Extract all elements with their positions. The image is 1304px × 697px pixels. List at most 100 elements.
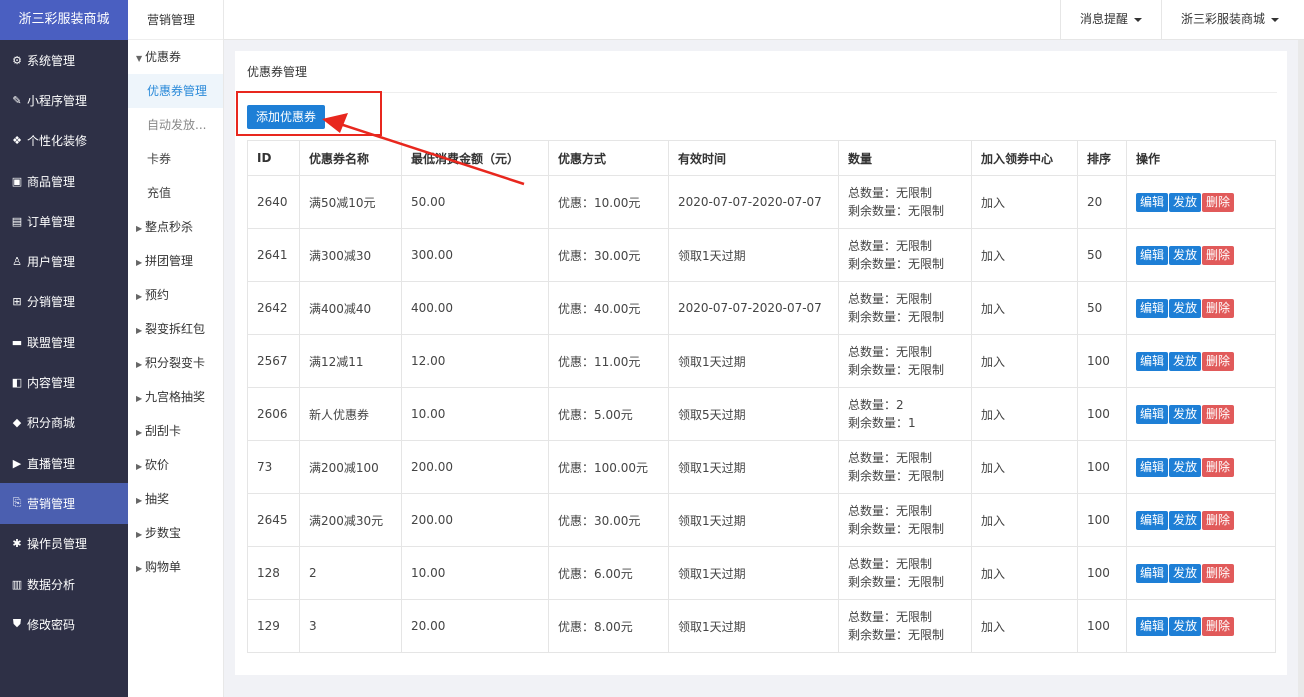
subnav-item-8[interactable]: ▶ 裂变拆红包 bbox=[128, 312, 223, 346]
delete-button[interactable]: 删除 bbox=[1202, 510, 1235, 530]
subnav-item-6[interactable]: ▶ 拼团管理 bbox=[128, 244, 223, 278]
sidebar-item-12[interactable]: ✱ 操作员管理 bbox=[0, 524, 128, 564]
table-row: 128 2 10.00 优惠：6.00元 领取1天过期 总数量：无限制 剩余数量：无限制 加入… bbox=[247, 546, 1276, 600]
cell-name: 满300减30 bbox=[299, 228, 402, 282]
edit-button[interactable]: 编辑 bbox=[1136, 192, 1169, 212]
delete-button[interactable]: 删除 bbox=[1202, 351, 1235, 371]
cell-id: 2567 bbox=[247, 334, 300, 388]
delete-button[interactable]: 删除 bbox=[1202, 616, 1235, 636]
issue-button[interactable]: 发放 bbox=[1169, 404, 1202, 424]
subnav-item-3[interactable]: 卡券 bbox=[128, 142, 223, 176]
remaining-quantity: 剩余数量：无限制 bbox=[848, 257, 945, 271]
subnav-item-label: 九宫格抽奖 bbox=[145, 390, 206, 404]
issue-button[interactable]: 发放 bbox=[1169, 192, 1202, 212]
subnav-item-label: 优惠券 bbox=[145, 50, 182, 64]
subnav-item-label: 抽奖 bbox=[145, 492, 170, 506]
subnav-item-label: 整点秒杀 bbox=[145, 220, 194, 234]
sidebar-item-10[interactable]: ▶ 直播管理 bbox=[0, 443, 128, 483]
subnav-item-0[interactable]: ▼ 优惠券 bbox=[128, 40, 223, 74]
sidebar-item-9[interactable]: ◆ 积分商城 bbox=[0, 403, 128, 443]
cell-actions: 编辑 发放 删除 bbox=[1126, 334, 1276, 388]
sidebar-item-11[interactable]: ⎘ 营销管理 bbox=[0, 483, 128, 524]
issue-button[interactable]: 发放 bbox=[1169, 510, 1202, 530]
subnav-item-10[interactable]: ▶ 九宫格抽奖 bbox=[128, 380, 223, 414]
edit-button[interactable]: 编辑 bbox=[1136, 298, 1169, 318]
sidebar-item-7[interactable]: ▬ 联盟管理 bbox=[0, 322, 128, 362]
subnav-item-9[interactable]: ▶ 积分裂变卡 bbox=[128, 346, 223, 380]
subnav-item-label: 步数宝 bbox=[145, 526, 182, 540]
edit-button[interactable]: 编辑 bbox=[1136, 510, 1169, 530]
edit-button[interactable]: 编辑 bbox=[1136, 404, 1169, 424]
cell-center: 加入 bbox=[971, 599, 1078, 653]
issue-button[interactable]: 发放 bbox=[1169, 245, 1202, 265]
store-dropdown[interactable]: 浙三彩服装商城 bbox=[1161, 0, 1298, 40]
sidebar-item-4[interactable]: ▤ 订单管理 bbox=[0, 201, 128, 241]
cog-icon: ✱ bbox=[12, 537, 22, 551]
sidebar-item-2[interactable]: ❖ 个性化装修 bbox=[0, 121, 128, 161]
delete-button[interactable]: 删除 bbox=[1202, 192, 1235, 212]
subnav-item-12[interactable]: ▶ 砍价 bbox=[128, 448, 223, 482]
issue-button[interactable]: 发放 bbox=[1169, 616, 1202, 636]
cell-name: 满400减40 bbox=[299, 281, 402, 335]
cell-discount: 优惠：5.00元 bbox=[548, 387, 669, 441]
coupon-table: ID 优惠券名称 最低消费金额（元） 优惠方式 有效时间 数量 加入领券中心 排序 操作 264… bbox=[247, 140, 1276, 653]
caret-right-icon: ▶ bbox=[136, 326, 143, 335]
notifications-dropdown[interactable]: 消息提醒 bbox=[1060, 0, 1161, 40]
caret-right-icon: ▶ bbox=[136, 428, 143, 437]
subnav-item-2[interactable]: 自动发放... bbox=[128, 108, 223, 142]
delete-button[interactable]: 删除 bbox=[1202, 245, 1235, 265]
delete-button[interactable]: 删除 bbox=[1202, 457, 1235, 477]
table-row: 129 3 20.00 优惠：8.00元 领取1天过期 总数量：无限制 剩余数量：无限制 加入… bbox=[247, 599, 1276, 653]
cell-center: 加入 bbox=[971, 228, 1078, 282]
delete-button[interactable]: 删除 bbox=[1202, 298, 1235, 318]
cell-name: 3 bbox=[299, 599, 402, 653]
sidebar-item-label: 联盟管理 bbox=[27, 335, 76, 350]
cell-valid: 领取5天过期 bbox=[668, 387, 839, 441]
sidebar-item-1[interactable]: ✎ 小程序管理 bbox=[0, 80, 128, 120]
sidebar-item-8[interactable]: ◧ 内容管理 bbox=[0, 362, 128, 402]
edit-button[interactable]: 编辑 bbox=[1136, 245, 1169, 265]
sidebar-item-13[interactable]: ▥ 数据分析 bbox=[0, 564, 128, 604]
subnav-item-1[interactable]: 优惠券管理 bbox=[128, 74, 223, 108]
cell-discount: 优惠：8.00元 bbox=[548, 599, 669, 653]
subnav-item-14[interactable]: ▶ 步数宝 bbox=[128, 516, 223, 550]
subnav-item-15[interactable]: ▶ 购物单 bbox=[128, 550, 223, 584]
cell-quantity: 总数量：2 剩余数量：1 bbox=[838, 387, 972, 441]
table-row: 73 满200减100 200.00 优惠：100.00元 领取1天过期 总数量：无限制剩… bbox=[247, 440, 1276, 494]
subnav-item-5[interactable]: ▶ 整点秒杀 bbox=[128, 210, 223, 244]
subnav-item-11[interactable]: ▶ 刮刮卡 bbox=[128, 414, 223, 448]
sidebar-item-6[interactable]: ⊞ 分销管理 bbox=[0, 282, 128, 322]
edit-button[interactable]: 编辑 bbox=[1136, 351, 1169, 371]
caret-right-icon: ▶ bbox=[136, 360, 143, 369]
sidebar-item-3[interactable]: ▣ 商品管理 bbox=[0, 161, 128, 201]
issue-button[interactable]: 发放 bbox=[1169, 457, 1202, 477]
sidebar-item-14[interactable]: ⛊ 修改密码 bbox=[0, 604, 128, 644]
cell-name: 2 bbox=[299, 546, 402, 600]
cell-min: 200.00 bbox=[401, 493, 549, 547]
subnav-item-13[interactable]: ▶ 抽奖 bbox=[128, 482, 223, 516]
issue-button[interactable]: 发放 bbox=[1169, 563, 1202, 583]
cell-min: 300.00 bbox=[401, 228, 549, 282]
brand-title[interactable]: 浙三彩服装商城 bbox=[0, 0, 128, 40]
table-row: 2606 新人优惠券 10.00 优惠：5.00元 领取5天过期 总数量：2 剩余数量：1 加… bbox=[247, 387, 1276, 441]
page-scrollbar[interactable] bbox=[1298, 40, 1304, 697]
total-quantity: 总数量：无限制 bbox=[848, 504, 933, 518]
edit-button[interactable]: 编辑 bbox=[1136, 457, 1169, 477]
edit-button[interactable]: 编辑 bbox=[1136, 563, 1169, 583]
delete-button[interactable]: 删除 bbox=[1202, 563, 1235, 583]
add-coupon-button[interactable]: 添加优惠券 bbox=[247, 105, 325, 129]
cell-center: 加入 bbox=[971, 175, 1078, 229]
caret-right-icon: ▶ bbox=[136, 462, 143, 471]
subnav-item-7[interactable]: ▶ 预约 bbox=[128, 278, 223, 312]
sidebar-item-5[interactable]: ♙ 用户管理 bbox=[0, 241, 128, 281]
subnav-menu: ▼ 优惠券 优惠券管理 自动发放... 卡券 充值 ▶ 整点秒杀 ▶ 拼团管理 ▶ 预约 ▶ 裂变拆红包 ▶… bbox=[128, 40, 223, 584]
issue-button[interactable]: 发放 bbox=[1169, 298, 1202, 318]
issue-button[interactable]: 发放 bbox=[1169, 351, 1202, 371]
caret-right-icon: ▶ bbox=[136, 564, 143, 573]
delete-button[interactable]: 删除 bbox=[1202, 404, 1235, 424]
edit-button[interactable]: 编辑 bbox=[1136, 616, 1169, 636]
sidebar-item-0[interactable]: ⚙ 系统管理 bbox=[0, 40, 128, 80]
cell-quantity: 总数量：无限制 剩余数量：无限制 bbox=[838, 228, 972, 282]
user-icon: ♙ bbox=[12, 255, 22, 269]
subnav-item-4[interactable]: 充值 bbox=[128, 176, 223, 210]
